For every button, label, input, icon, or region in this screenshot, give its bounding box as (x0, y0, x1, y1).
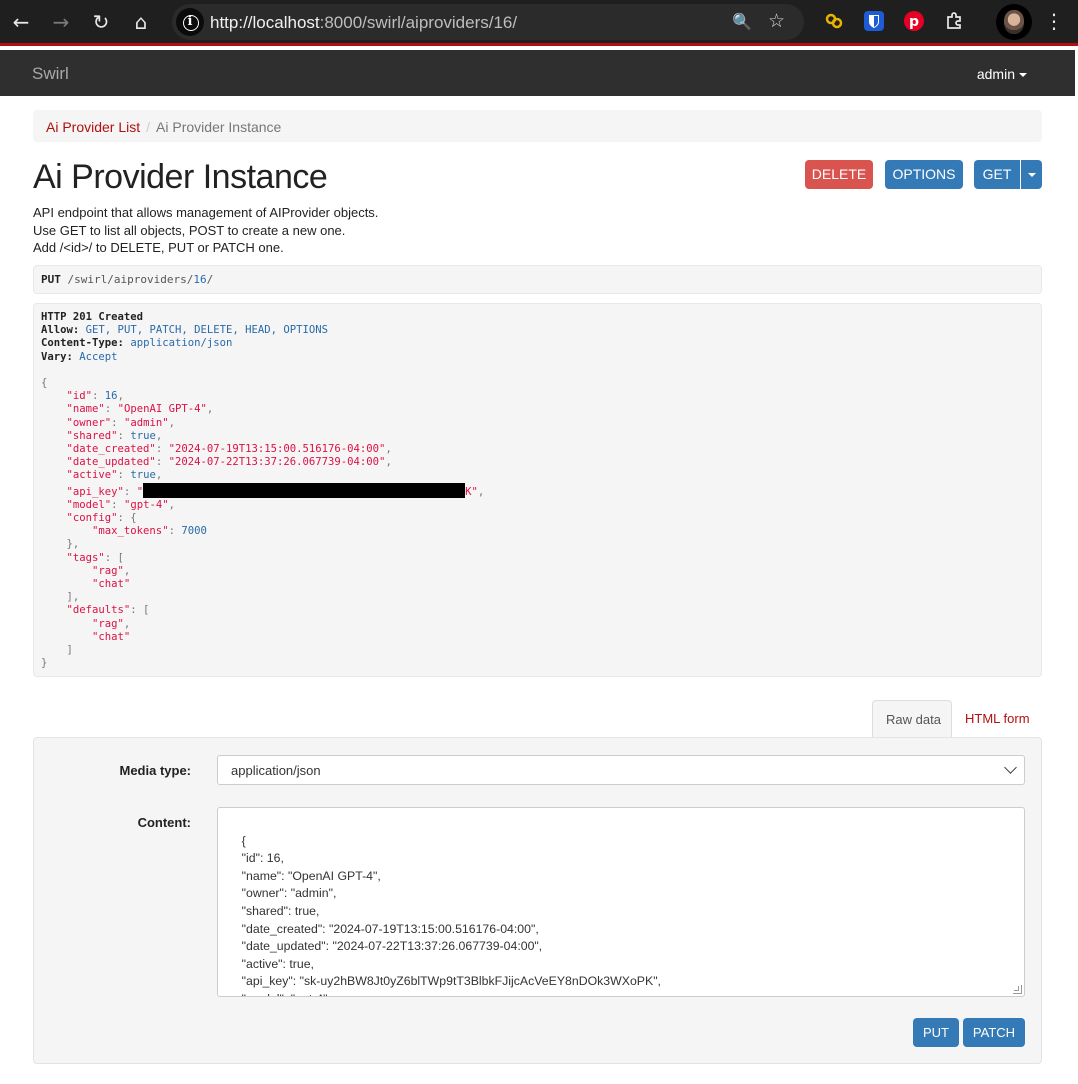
request-path: /swirl/aiproviders/ (60, 273, 194, 286)
url-host: http://localhost (210, 13, 320, 32)
site-info-icon[interactable] (176, 8, 204, 36)
browser-menu-icon[interactable]: ⋮ (1044, 10, 1064, 34)
json-tag: "chat" (92, 578, 131, 591)
breadcrumb-link-ai-provider-list[interactable]: Ai Provider List (46, 119, 140, 135)
chain-link-extension-icon[interactable] (824, 11, 844, 31)
browser-toolbar: ← → ↻ ⌂ http://localhost:8000/swirl/aipr… (0, 0, 1078, 46)
pinterest-extension-icon[interactable]: p (904, 11, 924, 31)
caret-down-icon (1019, 73, 1027, 78)
back-icon[interactable]: ← (8, 9, 34, 35)
svg-text:p: p (909, 14, 919, 30)
response-header-name: Content-Type: (41, 337, 124, 350)
home-icon[interactable]: ⌂ (128, 9, 154, 35)
get-button[interactable]: GET (974, 160, 1020, 189)
forward-icon[interactable]: → (48, 9, 74, 35)
url-text[interactable]: http://localhost:8000/swirl/aiproviders/… (210, 13, 517, 33)
breadcrumb-separator: / (146, 119, 151, 135)
zoom-icon[interactable]: 🔍 (732, 12, 752, 31)
response-status: HTTP 201 Created (41, 311, 144, 323)
delete-button[interactable]: DELETE (805, 160, 873, 189)
request-path-end: / (206, 273, 214, 286)
brand-link[interactable]: Swirl (32, 64, 69, 84)
json-shared: true (130, 429, 156, 442)
description-line: Add /<id>/ to DELETE, PUT or PATCH one. (33, 240, 284, 255)
json-tag: "rag" (92, 564, 124, 577)
json-date-created: "2024-07-19T13:15:00.516176-04:00" (168, 443, 386, 456)
content-label: Content: (137, 815, 191, 830)
user-menu[interactable]: admin (977, 66, 1027, 82)
page-description: API endpoint that allows management of A… (33, 204, 378, 257)
media-type-select[interactable]: application/json (217, 755, 1025, 785)
request-method: PUT (41, 273, 61, 286)
description-line: API endpoint that allows management of A… (33, 205, 379, 220)
extensions-puzzle-icon[interactable] (944, 11, 964, 31)
resize-handle-icon[interactable] (1013, 985, 1022, 994)
response-header-value: GET, PUT, PATCH, DELETE, HEAD, OPTIONS (85, 324, 329, 337)
json-model: "gpt-4" (123, 498, 169, 511)
profile-avatar-icon[interactable] (996, 4, 1032, 40)
redaction-bar (143, 482, 466, 498)
get-format-dropdown-toggle[interactable] (1021, 160, 1042, 189)
get-button-group: GET (974, 160, 1042, 189)
response-header-name: Allow: (41, 324, 80, 337)
chevron-down-icon (1004, 761, 1017, 774)
app-navbar: Swirl admin (0, 50, 1075, 96)
json-default: "rag" (92, 617, 124, 630)
request-path-id: 16 (193, 273, 207, 286)
content-textarea[interactable]: { "id": 16, "name": "OpenAI GPT-4", "own… (217, 807, 1025, 997)
response-body: HTTP 201 Created Allow: GET, PUT, PATCH,… (33, 303, 1042, 677)
bookmark-star-icon[interactable]: ☆ (768, 10, 785, 32)
url-path: :8000/swirl/aiproviders/16/ (319, 13, 518, 32)
tab-raw-data[interactable]: Raw data (872, 700, 952, 738)
content-text: { "id": 16, "name": "OpenAI GPT-4", "own… (241, 833, 661, 996)
description-line: Use GET to list all objects, POST to cre… (33, 222, 346, 238)
raw-data-form: Media type: application/json Content: { … (33, 737, 1042, 1064)
json-owner: "admin" (123, 416, 169, 429)
response-header-name: Vary: (41, 350, 73, 363)
json-max-tokens: 7000 (181, 525, 207, 538)
media-type-label: Media type: (119, 763, 191, 778)
response-header-value: application/json (130, 337, 233, 350)
page-title: Ai Provider Instance (33, 158, 328, 196)
media-type-value: application/json (231, 763, 321, 778)
bitwarden-extension-icon[interactable] (864, 11, 884, 31)
breadcrumb: Ai Provider List / Ai Provider Instance (33, 110, 1042, 142)
tab-html-form[interactable]: HTML form (952, 700, 1043, 738)
json-active: true (130, 469, 156, 482)
json-default: "chat" (92, 630, 131, 643)
json-date-updated: "2024-07-22T13:37:26.067739-04:00" (168, 456, 386, 469)
patch-button[interactable]: PATCH (963, 1018, 1025, 1047)
breadcrumb-current: Ai Provider Instance (156, 119, 282, 135)
options-button[interactable]: OPTIONS (885, 160, 963, 189)
response-header-value: Accept (79, 350, 118, 363)
json-api-key-close: K" (465, 485, 478, 498)
json-name: "OpenAI GPT-4" (117, 403, 207, 416)
json-id: 16 (104, 390, 118, 403)
reload-icon[interactable]: ↻ (88, 9, 114, 35)
put-button[interactable]: PUT (913, 1018, 959, 1047)
request-info: PUT /swirl/aiproviders/16/ (33, 265, 1042, 294)
user-name: admin (976, 66, 1015, 82)
address-bar[interactable]: http://localhost:8000/swirl/aiproviders/… (172, 4, 804, 40)
